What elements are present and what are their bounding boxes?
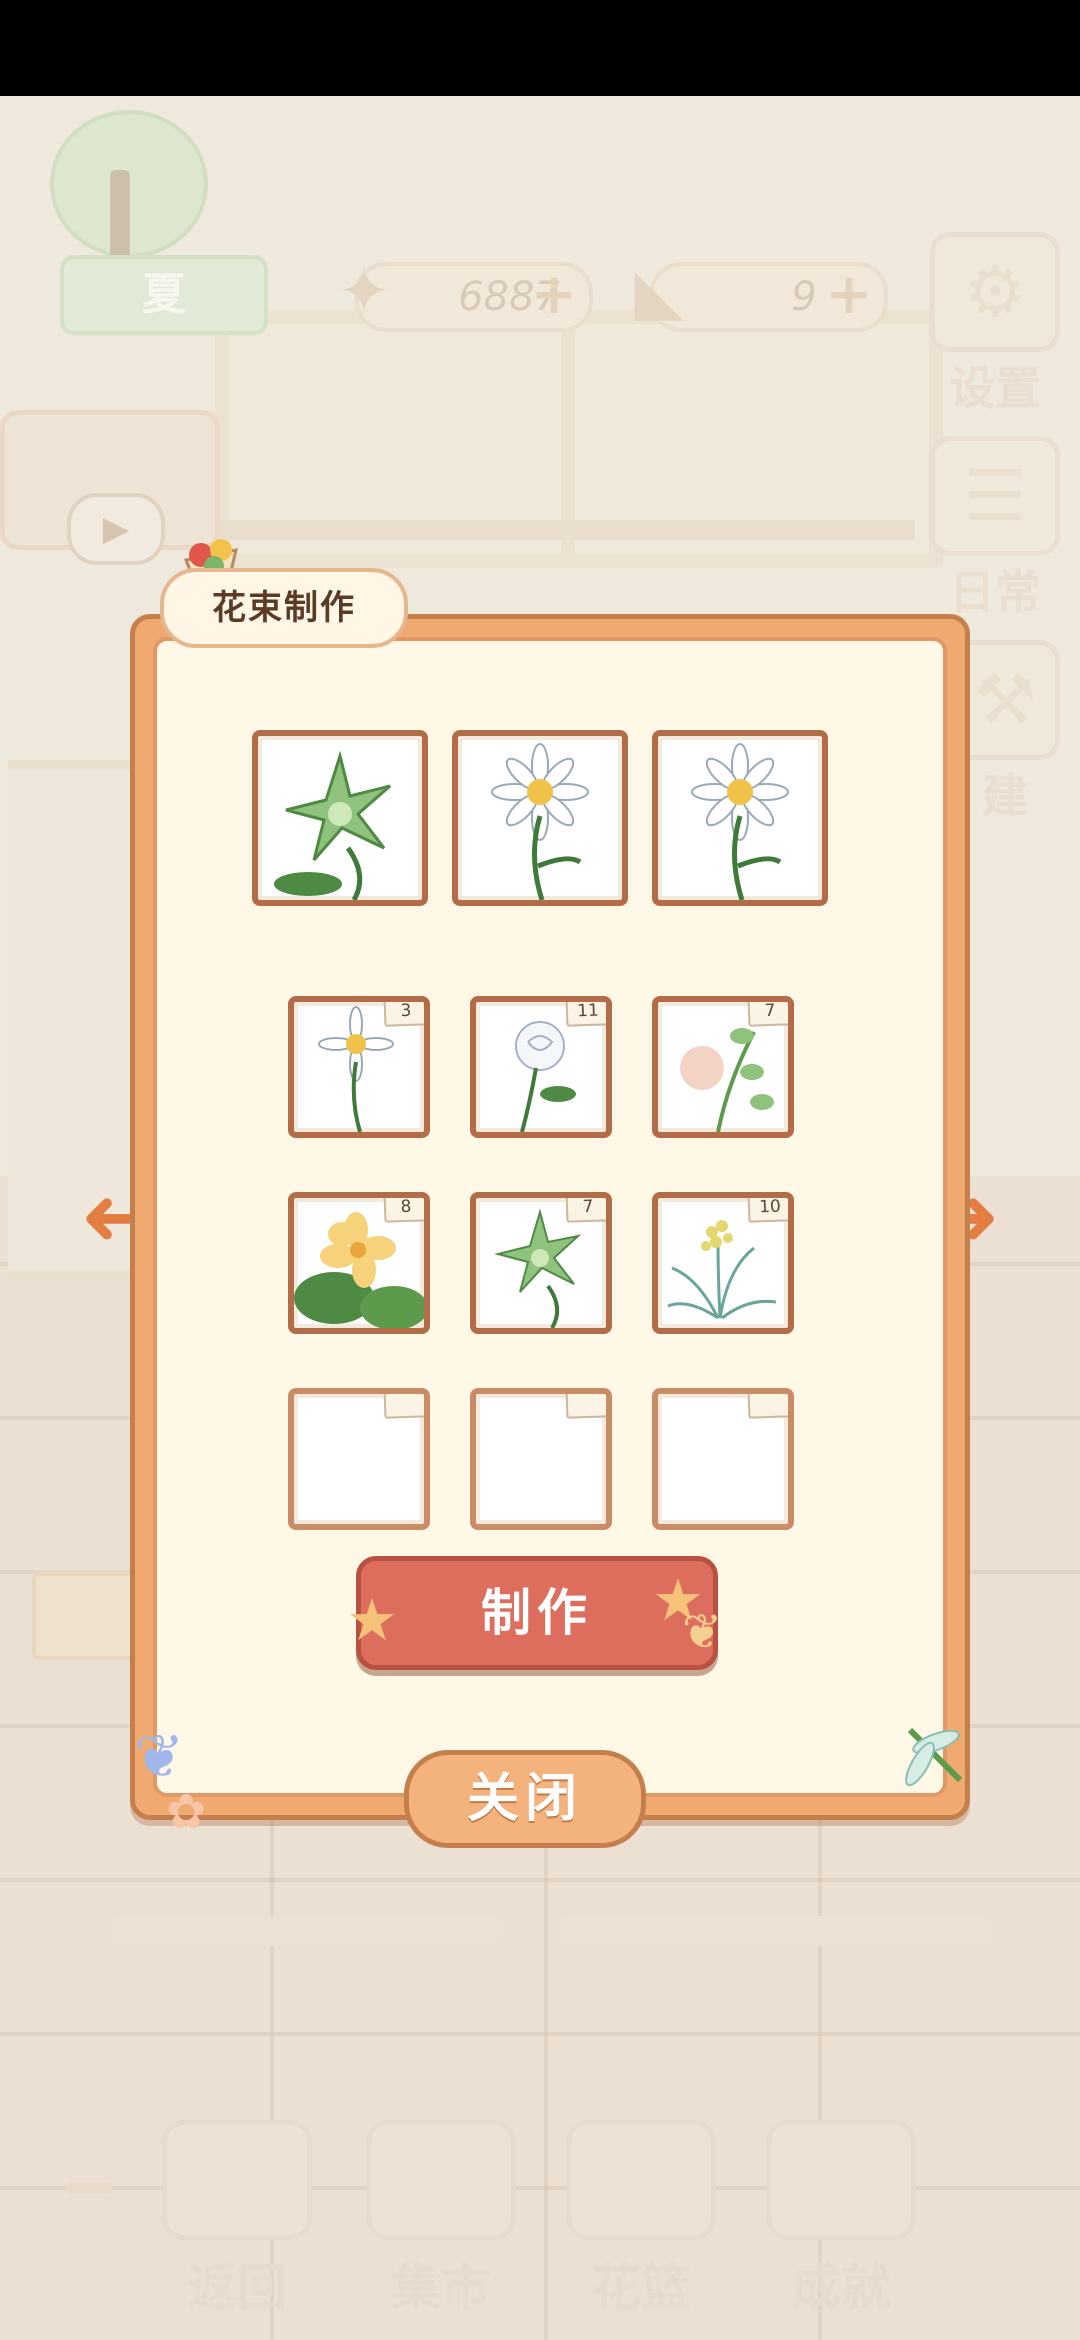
flower-count: 7 (565, 1198, 606, 1223)
butterfly-icon: ❦ (134, 1722, 185, 1792)
flower-count: 3 (383, 1002, 424, 1027)
star-decoration: ★ (346, 1586, 398, 1654)
close-button[interactable]: 关闭 (404, 1750, 646, 1848)
dialog-title: 花束制作 (160, 568, 408, 648)
recipe-slot-3[interactable] (652, 730, 828, 906)
recipe-slot-1[interactable] (252, 730, 428, 906)
white-daisy-icon (691, 743, 789, 900)
recipe-slot-2[interactable] (452, 730, 628, 906)
inventory-slot-4[interactable]: 8 (288, 1192, 430, 1334)
status-bar (0, 0, 1080, 96)
white-daisy-icon (491, 743, 589, 900)
flower-count (565, 1394, 606, 1419)
inventory-slot-5[interactable]: 7 (470, 1192, 612, 1334)
inventory-slot-6[interactable]: 10 (652, 1192, 794, 1334)
flower-count: 7 (747, 1002, 788, 1027)
flower-count: 8 (383, 1198, 424, 1223)
green-star-flower-icon (274, 750, 391, 900)
butterfly-icon: ✿ (166, 1784, 207, 1840)
inventory-slot-3[interactable]: 7 (652, 996, 794, 1138)
inventory-slot-8[interactable] (470, 1388, 612, 1530)
flower-count (747, 1394, 788, 1419)
flower-count: 11 (565, 1002, 606, 1027)
inventory-slot-1[interactable]: 3 (288, 996, 430, 1138)
dragonfly-icon (905, 1727, 963, 1787)
leaf-decoration: ❦ (682, 1604, 723, 1660)
inventory-slot-7[interactable] (288, 1388, 430, 1530)
flower-count: 10 (747, 1198, 788, 1223)
flower-count (383, 1394, 424, 1419)
inventory-slot-9[interactable] (652, 1388, 794, 1530)
inventory-slot-2[interactable]: 11 (470, 996, 612, 1138)
